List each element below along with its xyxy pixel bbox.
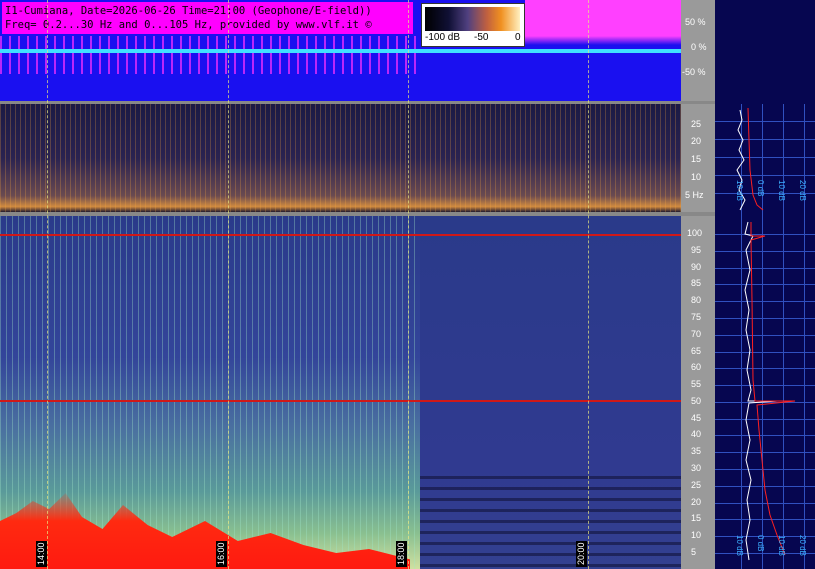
station-info-box: I1-Cumiana, Date=2026-06-26 Time=21:00 (…: [2, 2, 413, 34]
efield-freq-label: 25: [691, 479, 702, 490]
profile-db-label: 20 dB: [798, 535, 807, 556]
spectrogram-harmonic-bands: [420, 476, 681, 569]
spectrum-profile-plot: [736, 107, 796, 561]
efield-freq-label: 50: [691, 395, 702, 406]
waveform-axis-label: 50 %: [685, 17, 706, 27]
efield-freq-label: 15: [691, 513, 702, 524]
geophone-freq-label: 25: [691, 119, 702, 129]
efield-freq-label: 35: [691, 446, 702, 457]
efield-profile-white: [744, 221, 778, 561]
efield-freq-label: 75: [691, 311, 702, 322]
waveform-panel: I1-Cumiana, Date=2026-06-26 Time=21:00 (…: [0, 0, 681, 101]
waveform-trace-magenta: [0, 36, 420, 74]
profile-db-label: 10 dB: [777, 535, 786, 556]
time-label: 20:00: [576, 541, 587, 567]
time-label: 14:00: [36, 541, 47, 567]
efield-freq-label: 10: [691, 530, 702, 541]
profile-db-label: 10 dB: [735, 535, 744, 556]
spectrogram-texture: [0, 104, 681, 212]
waveform-axis-label: 0 %: [691, 42, 707, 52]
color-scale-legend: -100 dB -50 0: [421, 3, 525, 47]
station-info-line2: Freq= 0.2...30 Hz and 0...105 Hz, provid…: [5, 19, 372, 31]
profile-db-label: 0 dB: [756, 535, 765, 552]
time-gridline: [47, 0, 48, 569]
efield-freq-axis: 100 95 90 85 80 75 70 65 60 55 50 45 40 35 30 25 20 15 10 5: [681, 216, 715, 569]
time-gridline: [228, 0, 229, 569]
profile-db-label: 10 dB: [735, 180, 744, 201]
efield-freq-label: 30: [691, 463, 702, 474]
efield-freq-label: 95: [691, 244, 702, 255]
geophone-freq-axis: 25 20 15 10 5 Hz: [681, 104, 715, 212]
color-scale-gradient: [425, 7, 520, 31]
waveform-axis-label: -50 %: [682, 67, 706, 77]
profile-db-label: 0 dB: [756, 180, 765, 197]
time-label: 16:00: [216, 541, 227, 567]
profile-db-label: 10 dB: [777, 180, 786, 201]
efield-spectrogram: [0, 216, 681, 569]
geophone-freq-label: 10: [691, 172, 702, 182]
geophone-spectrogram: [0, 104, 681, 212]
profile-db-label: 20 dB: [798, 180, 807, 201]
efield-freq-label: 5: [691, 547, 697, 557]
line-50hz: [0, 400, 681, 402]
efield-freq-label: 45: [691, 412, 702, 423]
efield-freq-label: 20: [691, 496, 702, 507]
time-gridline: [588, 0, 589, 569]
line-100hz: [0, 234, 681, 236]
efield-freq-label: 100: [687, 228, 703, 238]
spectrum-profile-panel: 10 dB 0 dB 10 dB 20 dB 10 dB 0 dB 10 dB …: [715, 0, 815, 569]
color-scale-label-mid: -50: [474, 32, 489, 43]
station-info-line1: I1-Cumiana, Date=2026-06-26 Time=21:00 (…: [5, 5, 372, 17]
efield-freq-label: 70: [691, 328, 702, 339]
geophone-freq-label: 5 Hz: [685, 190, 704, 200]
efield-freq-label: 40: [691, 429, 702, 440]
efield-profile-red: [750, 222, 796, 556]
time-label: 18:00: [396, 541, 407, 567]
efield-freq-label: 55: [691, 379, 702, 390]
efield-freq-label: 80: [691, 295, 702, 306]
geophone-freq-label: 15: [691, 154, 702, 164]
color-scale-label-min: -100 dB: [425, 32, 461, 43]
waveform-trace-magenta-right: [525, 0, 681, 45]
waveform-trace-cyan: [0, 49, 681, 53]
geophone-freq-label: 20: [691, 136, 702, 146]
efield-freq-label: 90: [691, 261, 702, 272]
efield-freq-label: 60: [691, 362, 702, 373]
waveform-axis: 50 % 0 % -50 %: [681, 0, 715, 101]
time-gridline: [408, 0, 409, 569]
efield-freq-label: 65: [691, 345, 702, 356]
color-scale-label-max: 0: [515, 32, 521, 43]
efield-freq-label: 85: [691, 278, 702, 289]
